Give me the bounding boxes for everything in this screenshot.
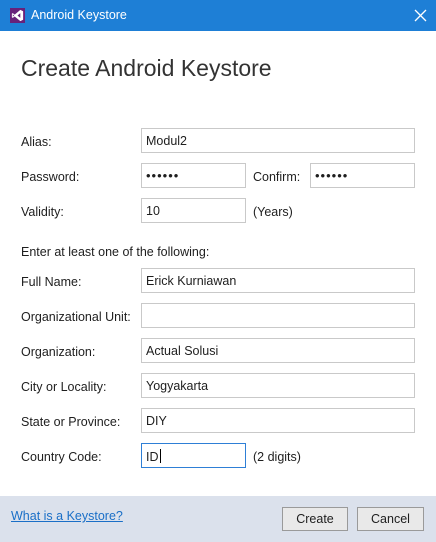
alias-input[interactable]: Modul2	[141, 128, 415, 153]
validity-input[interactable]: 10	[141, 198, 246, 223]
organization-label: Organization:	[21, 345, 96, 359]
country-code-hint: (2 digits)	[253, 450, 301, 464]
full-name-input[interactable]: Erick Kurniawan	[141, 268, 415, 293]
text-caret	[159, 449, 161, 463]
title-bar: Android Keystore	[0, 0, 436, 31]
state-input[interactable]: DIY	[141, 408, 415, 433]
keystore-help-link[interactable]: What is a Keystore?	[11, 509, 123, 523]
country-code-label: Country Code:	[21, 450, 102, 464]
create-button[interactable]: Create	[282, 507, 348, 531]
country-code-input[interactable]: ID	[141, 443, 246, 468]
organization-input[interactable]: Actual Solusi	[141, 338, 415, 363]
validity-unit: (Years)	[253, 205, 293, 219]
confirm-label: Confirm:	[253, 170, 301, 184]
state-label: State or Province:	[21, 415, 121, 429]
visual-studio-icon	[10, 8, 25, 23]
city-input[interactable]: Yogyakarta	[141, 373, 415, 398]
full-name-label: Full Name:	[21, 275, 82, 289]
instruction-text: Enter at least one of the following:	[21, 245, 210, 259]
close-icon[interactable]	[410, 5, 431, 26]
password-label: Password:	[21, 170, 80, 184]
page-title: Create Android Keystore	[21, 55, 272, 81]
validity-label: Validity:	[21, 205, 64, 219]
org-unit-input[interactable]	[141, 303, 415, 328]
password-input[interactable]: ••••••	[141, 163, 246, 188]
dialog-footer: What is a Keystore? Create Cancel	[0, 496, 436, 542]
country-code-value: ID	[146, 450, 159, 464]
window-title: Android Keystore	[31, 8, 127, 22]
alias-label: Alias:	[21, 135, 52, 149]
cancel-button[interactable]: Cancel	[357, 507, 424, 531]
city-label: City or Locality:	[21, 380, 107, 394]
confirm-password-input[interactable]: ••••••	[310, 163, 415, 188]
org-unit-label: Organizational Unit:	[21, 310, 131, 324]
